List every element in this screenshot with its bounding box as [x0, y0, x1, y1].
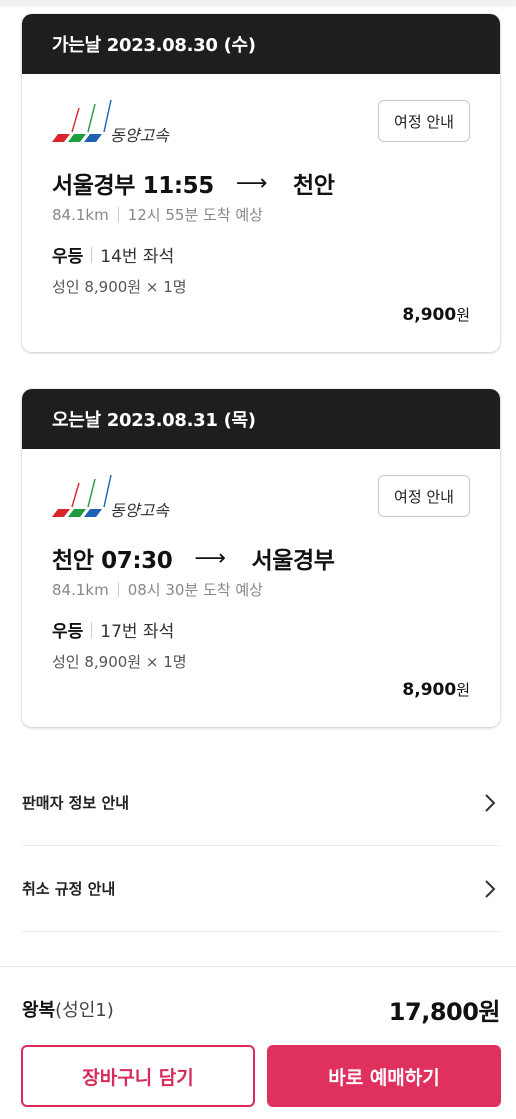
- divider: [91, 621, 93, 638]
- bus-company-logo: 동양고속: [52, 475, 192, 519]
- inbound-date-header: 오는날 2023.08.31 (목): [22, 389, 500, 449]
- company-logo-text: 동양고속: [110, 501, 170, 519]
- company-logo-text: 동양고속: [110, 126, 170, 144]
- checkout-bar: 왕복(성인1) 17,800원 장바구니 담기 바로 예매하기: [0, 966, 516, 1119]
- inbound-meta: 84.1km 08시 30분 도착 예상: [52, 579, 263, 600]
- arrival-terminal: 천안: [293, 173, 335, 199]
- price-amount: 8,900: [402, 305, 457, 325]
- price-amount: 8,900: [402, 680, 457, 700]
- fare-breakdown: 성인 8,900원 × 1명: [52, 653, 187, 671]
- seat-number: 17번 좌석: [100, 622, 175, 642]
- price-unit: 원: [456, 306, 470, 324]
- trip-summary: 왕복(성인1): [22, 996, 114, 1022]
- estimated-arrival: 08시 30분 도착 예상: [127, 581, 263, 599]
- arrival-terminal: 서울경부: [251, 548, 335, 574]
- divider: [117, 582, 119, 597]
- estimated-arrival: 12시 55분 도착 예상: [127, 206, 263, 224]
- outbound-trip-card: 가는날 2023.08.30 (수) 동양고속 여정 안내 서울경부 11:55…: [22, 14, 500, 352]
- passenger-count: (성인1): [55, 1000, 114, 1021]
- book-now-button[interactable]: 바로 예매하기: [267, 1045, 501, 1107]
- chevron-right-icon: [480, 879, 500, 899]
- inbound-trip-card: 오는날 2023.08.31 (목) 동양고속 여정 안내 천안 07:30 ⟶…: [22, 389, 500, 727]
- bus-grade: 우등: [52, 622, 84, 642]
- trip-type: 왕복: [22, 1000, 56, 1021]
- add-to-cart-button[interactable]: 장바구니 담기: [21, 1045, 255, 1107]
- price-unit: 원: [456, 681, 470, 699]
- seat-number: 14번 좌석: [100, 247, 175, 267]
- inbound-price: 8,900원: [402, 679, 470, 700]
- seller-info-row[interactable]: 판매자 정보 안내: [22, 760, 500, 846]
- distance: 84.1km: [52, 205, 109, 224]
- bus-company-logo: 동양고속: [52, 100, 192, 144]
- seller-info-label: 판매자 정보 안내: [22, 794, 130, 812]
- route-arrow-icon: ⟶: [194, 545, 226, 571]
- chevron-right-icon: [480, 793, 500, 813]
- itinerary-guide-button[interactable]: 여정 안내: [378, 100, 470, 142]
- bus-grade: 우등: [52, 247, 84, 267]
- distance: 84.1km: [52, 580, 109, 599]
- cancellation-policy-label: 취소 규정 안내: [22, 880, 116, 898]
- outbound-price: 8,900원: [402, 304, 470, 325]
- inbound-seat-info: 우등 17번 좌석: [52, 617, 174, 642]
- inbound-route: 천안 07:30 ⟶ 서울경부: [52, 541, 335, 575]
- outbound-date-header: 가는날 2023.08.30 (수): [22, 14, 500, 74]
- total-price: 17,800원: [388, 997, 501, 1026]
- outbound-route: 서울경부 11:55 ⟶ 천안: [52, 166, 335, 200]
- fare-breakdown: 성인 8,900원 × 1명: [52, 278, 187, 296]
- departure-terminal-time: 천안 07:30: [52, 548, 173, 574]
- route-arrow-icon: ⟶: [235, 170, 268, 196]
- total-summary: 왕복(성인1) 17,800원: [22, 987, 501, 1031]
- top-strip: [0, 0, 516, 6]
- departure-terminal-time: 서울경부 11:55: [52, 173, 214, 199]
- divider: [117, 207, 119, 222]
- cancellation-policy-row[interactable]: 취소 규정 안내: [22, 846, 500, 932]
- divider: [91, 246, 93, 263]
- outbound-seat-info: 우등 14번 좌석: [52, 242, 174, 267]
- itinerary-guide-button[interactable]: 여정 안내: [378, 475, 470, 517]
- outbound-meta: 84.1km 12시 55분 도착 예상: [52, 204, 263, 225]
